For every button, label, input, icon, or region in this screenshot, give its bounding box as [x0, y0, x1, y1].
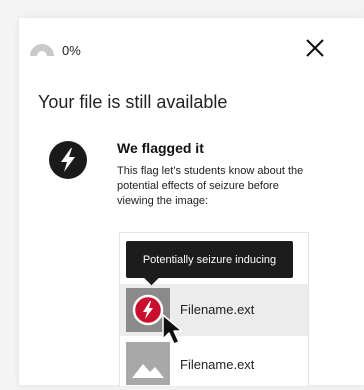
flag-description: This flag let’s students know about the …	[117, 165, 304, 207]
close-button[interactable]	[301, 34, 329, 62]
seizure-tooltip: Potentially seizure inducing	[126, 241, 293, 278]
progress-percent: 0%	[62, 42, 81, 58]
file-status-panel: 0% Your file is still available We flagg…	[19, 18, 364, 386]
dialog-title: Your file is still available	[38, 92, 228, 112]
progress-indicator: 0%	[29, 40, 81, 60]
progress-arc-icon	[30, 44, 54, 56]
close-icon	[306, 39, 324, 57]
flag-heading: We flagged it	[117, 140, 204, 156]
file-name: Filename.ext	[180, 357, 255, 372]
file-row-flagged[interactable]: Filename.ext	[120, 284, 308, 336]
file-row[interactable]: Filename.ext	[120, 342, 308, 385]
mouse-pointer-icon	[162, 314, 183, 345]
lightning-bolt-icon	[49, 141, 87, 179]
